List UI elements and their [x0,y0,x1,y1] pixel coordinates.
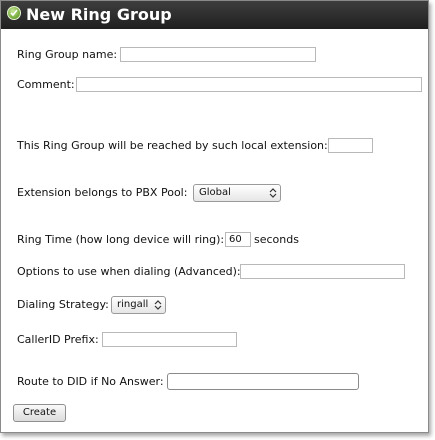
dialing-strategy-label: Dialing Strategy: [17,298,109,311]
dial-options-input[interactable] [240,264,405,279]
pbx-pool-select[interactable]: Global [193,184,281,202]
dialog-title: New Ring Group [26,5,172,24]
route-to-did-input[interactable] [167,373,359,390]
ring-time-unit: seconds [254,233,299,246]
ring-time-input[interactable] [225,232,251,247]
callerid-prefix-input[interactable] [102,332,237,347]
new-ring-group-dialog: New Ring Group Ring Group name: Comment:… [0,0,429,433]
local-extension-input[interactable] [328,138,373,153]
select-arrows-icon [269,188,277,198]
dial-options-label: Options to use when dialing (Advanced): [17,265,241,278]
select-arrows-icon [154,300,162,310]
dialog-titlebar: New Ring Group [1,1,428,29]
callerid-prefix-label: CallerID Prefix: [17,333,99,346]
ring-group-name-input[interactable] [120,47,316,62]
ring-group-name-label: Ring Group name: [17,48,118,61]
local-extension-label: This Ring Group will be reached by such … [17,139,328,152]
route-to-did-label: Route to DID if No Answer: [17,375,164,388]
ring-time-label: Ring Time (how long device will ring): [17,233,225,246]
comment-label: Comment: [17,78,75,91]
dialing-strategy-select[interactable]: ringall [111,296,166,314]
create-button[interactable]: Create [13,404,66,422]
dialing-strategy-value: ringall [117,299,149,310]
green-circle-icon[interactable] [7,6,21,20]
pbx-pool-label: Extension belongs to PBX Pool: [17,186,188,199]
pbx-pool-value: Global [199,187,231,198]
comment-input[interactable] [76,77,422,92]
